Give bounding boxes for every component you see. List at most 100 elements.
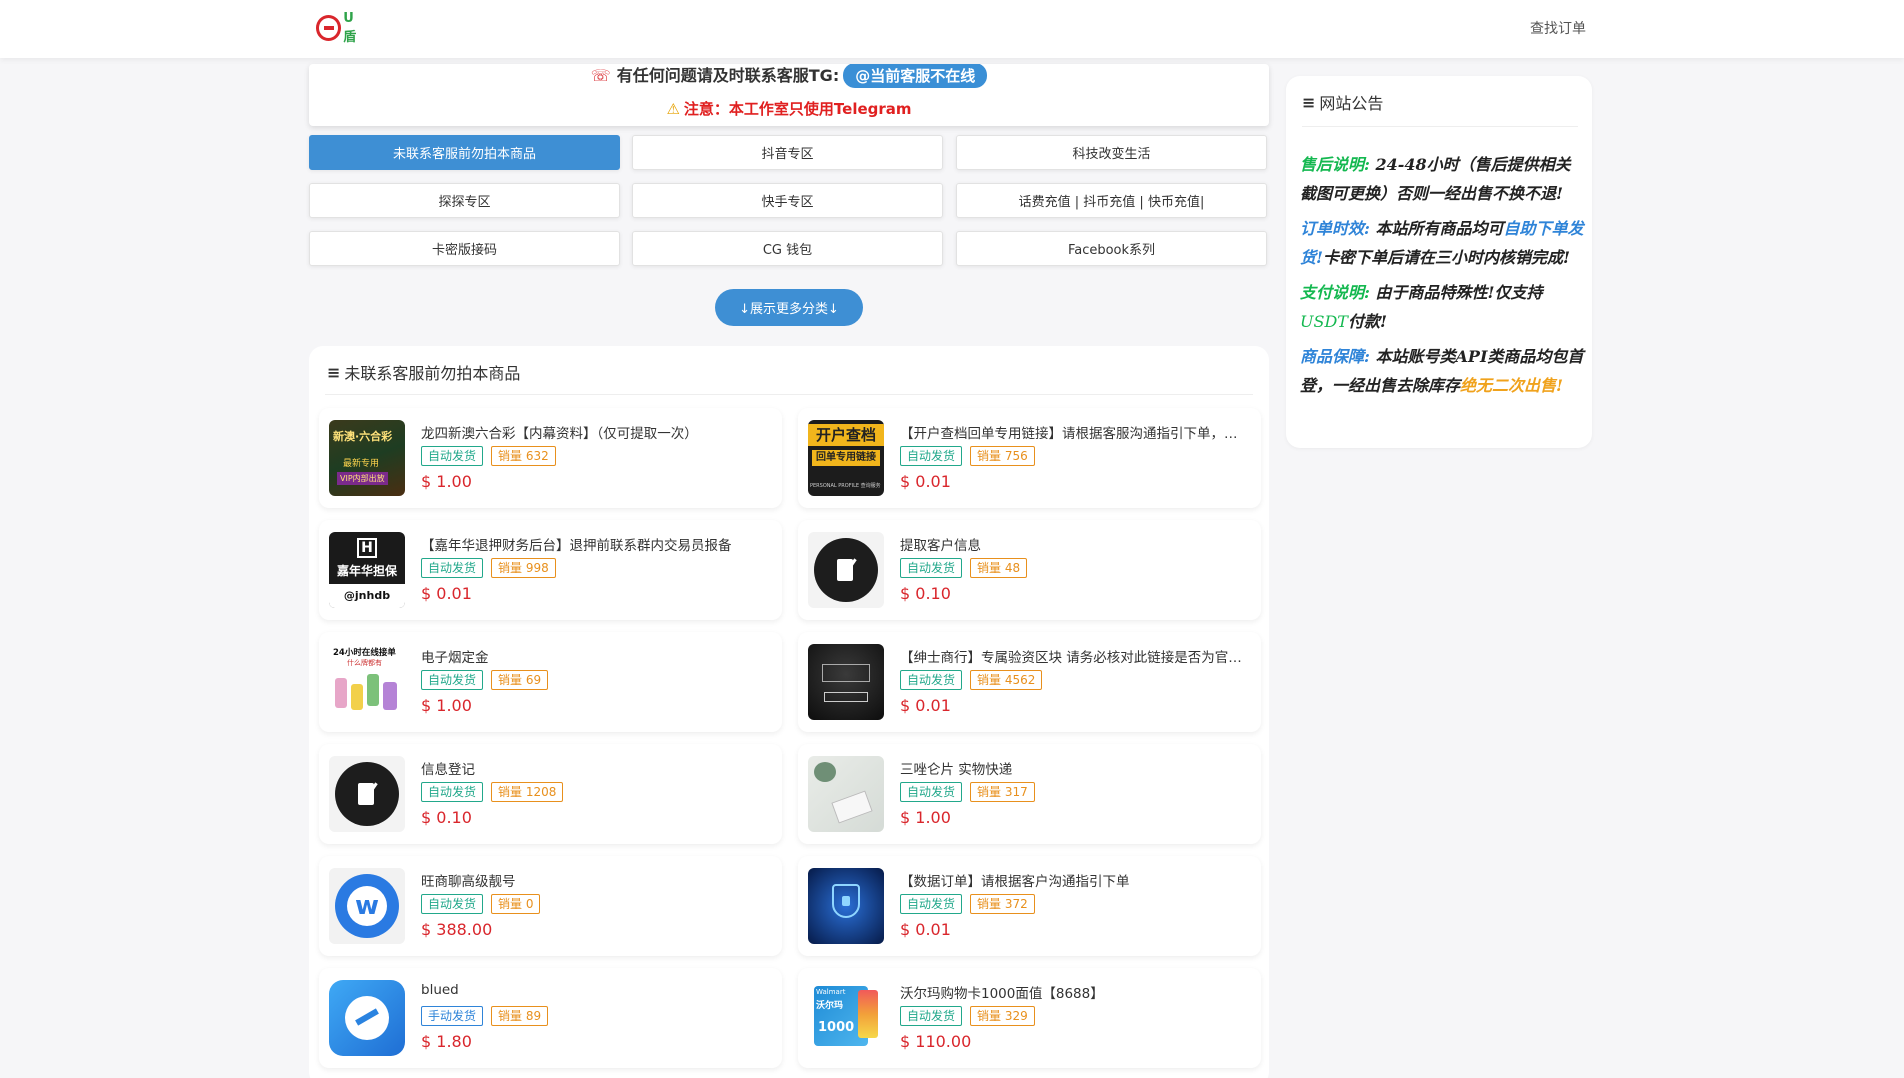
document-edit-icon <box>814 538 878 602</box>
section-title: ≡ 未联系客服前勿拍本商品 <box>327 360 520 384</box>
product-tags: 自动发货 销量 4562 <box>900 670 1043 690</box>
product-thumbnail: Walmart 沃尔玛 1000 <box>808 980 884 1056</box>
product-thumbnail <box>329 756 405 832</box>
category-button[interactable]: 卡密版接码 <box>309 231 620 266</box>
section-divider <box>325 394 1253 395</box>
delivery-badge: 自动发货 <box>900 446 963 466</box>
order-time-note: 订单时效: 本站所有商品均可自助下单发货!卡密下单后请在三小时内核销完成! <box>1300 219 1584 267</box>
sales-badge: 销量 317 <box>970 782 1035 802</box>
section-title-text: 未联系客服前勿拍本商品 <box>344 364 521 383</box>
product-card[interactable]: 【数据订单】请根据客户沟通指引下单 自动发货 销量 372 $ 0.01 <box>798 856 1261 956</box>
product-name: 【嘉年华退押财务后台】退押前联系群内交易员报备 <box>421 538 732 554</box>
announcement-title: ≡ 网站公告 <box>1302 90 1383 114</box>
contact-line: ☏ 有任何问题请及时联系客服TG: @当前客服不在线 <box>309 64 1269 88</box>
product-price: $ 0.01 <box>900 920 951 939</box>
warning-text: 注意：本工作室只使用Telegram <box>683 100 912 118</box>
product-thumbnail: 新澳·六合彩 最新专用 VIP内部出放 <box>329 420 405 496</box>
section-list-icon: ≡ <box>327 362 341 382</box>
sales-badge: 销量 756 <box>970 446 1035 466</box>
product-card[interactable]: blued 手动发货 销量 89 $ 1.80 <box>319 968 782 1068</box>
product-card[interactable]: 提取客户信息 自动发货 销量 48 $ 0.10 <box>798 520 1261 620</box>
chat-bubble-w-icon: w <box>335 874 399 938</box>
product-price: $ 110.00 <box>900 1032 972 1051</box>
product-card[interactable]: 【绅士商行】专属验资区块 请务必核对此链接是否为官方发布 自动发货 销量 456… <box>798 632 1261 732</box>
sales-badge: 销量 998 <box>491 558 556 578</box>
announcement-body: 售后说明: 24-48小时（售后提供相关截图可更换）否则一经出售不换不退! 订单… <box>1300 150 1584 406</box>
product-thumbnail <box>808 868 884 944</box>
guarantee-note: 商品保障: 本站账号类API类商品均包首登，一经出售去除库存绝无二次出售! <box>1300 347 1584 395</box>
product-card[interactable]: 新澳·六合彩 最新专用 VIP内部出放 龙四新澳六合彩【内幕资料】（仅可提取一次… <box>319 408 782 508</box>
tg-status-button[interactable]: @当前客服不在线 <box>843 64 988 88</box>
announcement-divider <box>1302 126 1578 127</box>
product-tags: 自动发货 销量 69 <box>421 670 549 690</box>
product-tags: 自动发货 销量 756 <box>900 446 1035 466</box>
product-card[interactable]: 信息登记 自动发货 销量 1208 $ 0.10 <box>319 744 782 844</box>
sales-badge: 销量 48 <box>970 558 1028 578</box>
category-button[interactable]: 探探专区 <box>309 183 620 218</box>
product-price: $ 0.10 <box>900 584 951 603</box>
announcement-panel: ≡ 网站公告 售后说明: 24-48小时（售后提供相关截图可更换）否则一经出售不… <box>1286 76 1592 448</box>
top-navbar: U盾 查找订单 <box>0 0 1904 58</box>
product-thumbnail <box>808 532 884 608</box>
product-name: 龙四新澳六合彩【内幕资料】（仅可提取一次） <box>421 426 698 442</box>
product-name: 沃尔玛购物卡1000面值【8688】 <box>900 986 1104 1002</box>
product-thumbnail: w <box>329 868 405 944</box>
product-name: 提取客户信息 <box>900 538 981 554</box>
logo-wordmark: U盾 <box>343 11 357 45</box>
delivery-badge: 自动发货 <box>421 782 484 802</box>
delivery-badge: 自动发货 <box>421 446 484 466</box>
product-thumbnail <box>329 980 405 1056</box>
warning-line: ⚠ 注意：本工作室只使用Telegram <box>309 98 1269 119</box>
phone-icon: ☏ <box>590 66 611 85</box>
show-more-categories-button[interactable]: ↓展示更多分类↓ <box>715 289 863 326</box>
sales-badge: 销量 89 <box>491 1006 549 1026</box>
announcement-list-icon: ≡ <box>1302 92 1316 112</box>
product-price: $ 1.00 <box>421 696 472 715</box>
delivery-badge: 自动发货 <box>900 558 963 578</box>
product-tags: 自动发货 销量 632 <box>421 446 556 466</box>
product-name: 【绅士商行】专属验资区块 请务必核对此链接是否为官方发布 <box>900 650 1250 666</box>
category-button[interactable]: CG 钱包 <box>632 231 943 266</box>
product-card[interactable]: 开户查档 回单专用链接 PERSONAL PROFILE 查询服务 【开户查档回… <box>798 408 1261 508</box>
product-card[interactable]: 三唑仑片 实物快递 自动发货 销量 317 $ 1.00 <box>798 744 1261 844</box>
contact-text: 有任何问题请及时联系客服TG: <box>616 66 840 85</box>
product-card[interactable]: w 旺商聊高级靓号 自动发货 销量 0 $ 388.00 <box>319 856 782 956</box>
category-button[interactable]: 话费充值 | 抖币充值 | 快币充值| <box>956 183 1267 218</box>
product-tags: 自动发货 销量 998 <box>421 558 556 578</box>
delivery-badge: 自动发货 <box>900 894 963 914</box>
product-price: $ 1.00 <box>421 472 472 491</box>
product-card[interactable]: Walmart 沃尔玛 1000 沃尔玛购物卡1000面值【8688】 自动发货… <box>798 968 1261 1068</box>
delivery-badge: 自动发货 <box>900 1006 963 1026</box>
product-price: $ 0.01 <box>421 584 472 603</box>
product-tags: 自动发货 销量 48 <box>900 558 1028 578</box>
category-button[interactable]: 抖音专区 <box>632 135 943 170</box>
product-price: $ 1.80 <box>421 1032 472 1051</box>
sales-badge: 销量 1208 <box>491 782 564 802</box>
sales-badge: 销量 329 <box>970 1006 1035 1026</box>
product-price: $ 0.01 <box>900 472 951 491</box>
product-tags: 自动发货 销量 329 <box>900 1006 1035 1026</box>
sales-badge: 销量 372 <box>970 894 1035 914</box>
product-tags: 自动发货 销量 372 <box>900 894 1035 914</box>
product-tags: 手动发货 销量 89 <box>421 1006 549 1026</box>
product-name: blued <box>421 982 459 998</box>
category-button[interactable]: 快手专区 <box>632 183 943 218</box>
sales-badge: 销量 632 <box>491 446 556 466</box>
category-button[interactable]: Facebook系列 <box>956 231 1267 266</box>
product-thumbnail <box>808 644 884 720</box>
product-price: $ 388.00 <box>421 920 493 939</box>
product-card[interactable]: 24小时在线接单 什么牌都有 电子烟定金 自动发货 销量 69 $ 1.00 <box>319 632 782 732</box>
delivery-badge: 自动发货 <box>421 558 484 578</box>
product-price: $ 0.01 <box>900 696 951 715</box>
find-order-link[interactable]: 查找订单 <box>1530 18 1586 38</box>
product-thumbnail: 开户查档 回单专用链接 PERSONAL PROFILE 查询服务 <box>808 420 884 496</box>
product-card[interactable]: H 嘉年华担保 @jnhdb 【嘉年华退押财务后台】退押前联系群内交易员报备 自… <box>319 520 782 620</box>
site-logo[interactable]: U盾 <box>316 11 366 45</box>
category-button[interactable]: 未联系客服前勿拍本商品 <box>309 135 620 170</box>
product-thumbnail <box>808 756 884 832</box>
product-name: 旺商聊高级靓号 <box>421 874 516 890</box>
category-button[interactable]: 科技改变生活 <box>956 135 1267 170</box>
product-name: 三唑仑片 实物快递 <box>900 762 1013 778</box>
warning-icon: ⚠ <box>666 100 680 118</box>
product-price: $ 1.00 <box>900 808 951 827</box>
